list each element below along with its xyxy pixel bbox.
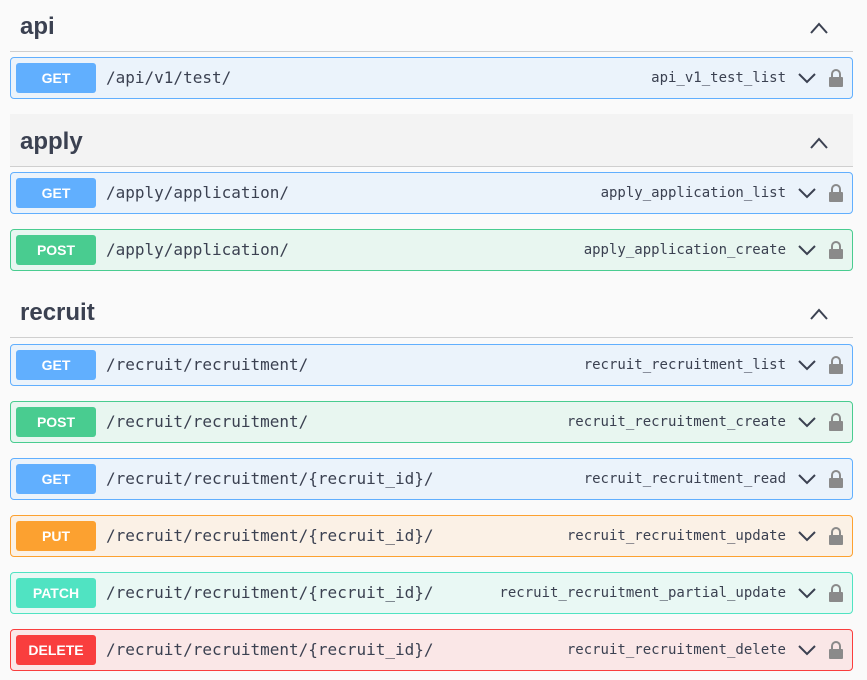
operation-path: /recruit/recruitment/{recruit_id}/ xyxy=(106,640,434,659)
method-badge: PUT xyxy=(16,521,96,551)
chevron-down-icon[interactable] xyxy=(798,416,816,428)
method-badge: PATCH xyxy=(16,578,96,608)
operation-row[interactable]: GET /api/v1/test/ api_v1_test_list xyxy=(10,57,853,99)
chevron-down-icon[interactable] xyxy=(798,187,816,199)
method-badge: GET xyxy=(16,63,96,93)
section-header-recruit[interactable]: recruit xyxy=(10,286,853,338)
operation-row[interactable]: DELETE /recruit/recruitment/{recruit_id}… xyxy=(10,629,853,671)
operation-id: recruit_recruitment_delete xyxy=(566,642,786,658)
lock-icon[interactable] xyxy=(828,469,844,489)
operation-row[interactable]: GET /recruit/recruitment/ recruit_recrui… xyxy=(10,344,853,386)
operation-row[interactable]: POST /apply/application/ apply_applicati… xyxy=(10,229,853,271)
operation-id: apply_application_create xyxy=(583,242,786,258)
lock-icon[interactable] xyxy=(828,240,844,260)
operation-path: /api/v1/test/ xyxy=(106,68,232,87)
chevron-up-icon[interactable] xyxy=(809,307,829,321)
lock-icon[interactable] xyxy=(828,412,844,432)
section-title: api xyxy=(20,13,55,40)
operation-row[interactable]: GET /apply/application/ apply_applicatio… xyxy=(10,172,853,214)
chevron-up-icon[interactable] xyxy=(809,21,829,35)
chevron-down-icon[interactable] xyxy=(798,530,816,542)
section-title: apply xyxy=(20,128,83,155)
operation-path: /apply/application/ xyxy=(106,240,290,259)
operation-row[interactable]: PUT /recruit/recruitment/{recruit_id}/ r… xyxy=(10,515,853,557)
operation-path: /recruit/recruitment/{recruit_id}/ xyxy=(106,469,434,488)
operation-row[interactable]: POST /recruit/recruitment/ recruit_recru… xyxy=(10,401,853,443)
lock-icon[interactable] xyxy=(828,526,844,546)
lock-icon[interactable] xyxy=(828,183,844,203)
operation-path: /apply/application/ xyxy=(106,183,290,202)
method-badge: DELETE xyxy=(16,635,96,665)
operation-id: recruit_recruitment_read xyxy=(583,471,786,487)
operation-id: recruit_recruitment_partial_update xyxy=(499,585,786,601)
section-header-api[interactable]: api xyxy=(10,0,853,52)
operation-path: /recruit/recruitment/{recruit_id}/ xyxy=(106,583,434,602)
lock-icon[interactable] xyxy=(828,68,844,88)
lock-icon[interactable] xyxy=(828,640,844,660)
chevron-down-icon[interactable] xyxy=(798,359,816,371)
method-badge: POST xyxy=(16,235,96,265)
operations-list: api GET /api/v1/test/ api_v1_test_list a… xyxy=(0,0,867,680)
lock-icon[interactable] xyxy=(828,355,844,375)
method-badge: POST xyxy=(16,407,96,437)
operation-id: api_v1_test_list xyxy=(651,70,786,86)
chevron-down-icon[interactable] xyxy=(798,644,816,656)
operation-id: apply_application_list xyxy=(600,185,786,201)
operation-path: /recruit/recruitment/{recruit_id}/ xyxy=(106,526,434,545)
operation-id: recruit_recruitment_list xyxy=(583,357,786,373)
operation-path: /recruit/recruitment/ xyxy=(106,355,309,374)
method-badge: GET xyxy=(16,350,96,380)
section-title: recruit xyxy=(20,299,95,326)
section-header-apply[interactable]: apply xyxy=(10,114,853,167)
chevron-down-icon[interactable] xyxy=(798,473,816,485)
lock-icon[interactable] xyxy=(828,583,844,603)
chevron-down-icon[interactable] xyxy=(798,72,816,84)
chevron-down-icon[interactable] xyxy=(798,587,816,599)
operation-id: recruit_recruitment_update xyxy=(566,528,786,544)
operation-row[interactable]: PATCH /recruit/recruitment/{recruit_id}/… xyxy=(10,572,853,614)
operation-row[interactable]: GET /recruit/recruitment/{recruit_id}/ r… xyxy=(10,458,853,500)
operation-path: /recruit/recruitment/ xyxy=(106,412,309,431)
chevron-down-icon[interactable] xyxy=(798,244,816,256)
chevron-up-icon[interactable] xyxy=(809,136,829,150)
method-badge: GET xyxy=(16,178,96,208)
operation-id: recruit_recruitment_create xyxy=(566,414,786,430)
method-badge: GET xyxy=(16,464,96,494)
